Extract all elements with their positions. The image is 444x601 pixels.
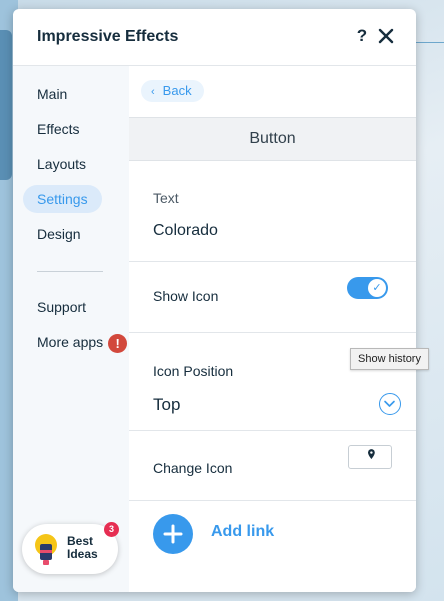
divider	[129, 430, 416, 431]
divider	[129, 261, 416, 262]
location-pin-icon	[368, 449, 375, 459]
sidebar-item-settings[interactable]: Settings	[23, 185, 102, 213]
show-icon-label: Show Icon	[153, 288, 219, 304]
sidebar-item-support[interactable]: Support	[23, 293, 100, 321]
sidebar: Main Effects Layouts Settings Design Sup…	[13, 66, 129, 592]
sidebar-divider	[37, 271, 103, 272]
main-content: ‹ Back Button Text Colorado Show Icon ✓ I…	[129, 66, 416, 592]
best-ideas-line2: Ideas	[67, 547, 98, 561]
lightbulb-icon	[35, 534, 57, 565]
sidebar-item-main[interactable]: Main	[23, 80, 81, 108]
checkmark-icon: ✓	[368, 279, 386, 297]
sidebar-item-effects[interactable]: Effects	[23, 115, 94, 143]
best-ideas-button[interactable]: Best Ideas 3	[22, 522, 119, 574]
close-button[interactable]	[376, 25, 396, 47]
sidebar-item-more-apps[interactable]: More apps!	[23, 328, 141, 356]
back-label: Back	[162, 83, 192, 98]
sidebar-item-design[interactable]: Design	[23, 220, 95, 248]
add-link-label[interactable]: Add link	[211, 523, 274, 541]
panel-title: Impressive Effects	[37, 28, 179, 45]
divider	[129, 500, 416, 501]
text-field-label: Text	[153, 190, 179, 206]
sidebar-item-label: More apps	[37, 334, 104, 350]
notification-badge: 3	[104, 522, 119, 537]
chevron-left-icon: ‹	[151, 86, 155, 98]
add-link-button[interactable]	[153, 514, 193, 554]
text-input[interactable]: Colorado	[153, 222, 218, 240]
panel-header: Impressive Effects ?	[13, 9, 416, 66]
plus-icon	[163, 524, 183, 544]
alert-icon: !	[108, 333, 128, 353]
best-ideas-label: Best Ideas	[67, 535, 107, 561]
show-icon-toggle[interactable]: ✓	[347, 277, 388, 299]
back-button[interactable]: ‹ Back	[141, 80, 204, 102]
divider	[129, 332, 416, 333]
icon-picker-button[interactable]	[348, 445, 392, 469]
close-icon	[378, 28, 394, 44]
background-line	[416, 42, 444, 49]
sidebar-item-layouts[interactable]: Layouts	[23, 150, 100, 178]
chevron-down-icon	[384, 400, 395, 407]
show-history-tooltip: Show history	[350, 348, 429, 370]
background-shape	[0, 30, 12, 180]
dropdown-toggle[interactable]	[379, 393, 401, 415]
change-icon-label: Change Icon	[153, 460, 233, 476]
icon-position-dropdown[interactable]: Top	[153, 395, 180, 415]
settings-panel: Impressive Effects ? Main Effects Layout…	[13, 9, 416, 592]
icon-position-label: Icon Position	[153, 363, 234, 379]
section-header: Button	[129, 117, 416, 161]
help-button[interactable]: ?	[353, 25, 371, 47]
